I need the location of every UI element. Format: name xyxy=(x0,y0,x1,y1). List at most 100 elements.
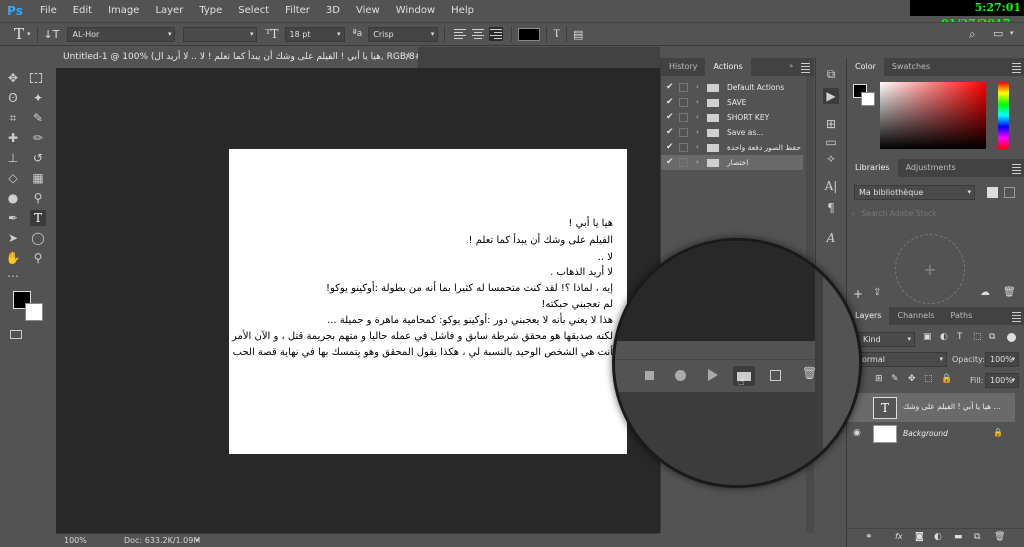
history-panel-icon[interactable]: ⧉ xyxy=(823,66,839,82)
lock-artboard-icon[interactable]: ⬚ xyxy=(924,374,933,384)
menu-filter[interactable]: Filter xyxy=(277,0,318,22)
layer-row[interactable]: ◉ Background 🔒 xyxy=(847,422,1015,446)
upload-icon[interactable]: ⇪ xyxy=(873,287,881,298)
tab-color[interactable]: Color xyxy=(847,58,884,76)
dialog-toggle-icon[interactable] xyxy=(679,113,688,122)
dodge-icon[interactable]: ⚲ xyxy=(30,190,46,206)
move-tool-icon[interactable]: ✥ xyxy=(5,70,21,86)
tab-paths[interactable]: Paths xyxy=(943,307,981,325)
path-selection-icon[interactable]: ➤ xyxy=(5,230,21,246)
grid-view-icon[interactable] xyxy=(987,187,998,198)
link-icon[interactable]: ⚭ xyxy=(865,532,873,542)
dialog-toggle-icon[interactable] xyxy=(679,128,688,137)
menu-3d[interactable]: 3D xyxy=(318,0,348,22)
new-group-icon[interactable]: ▬ xyxy=(954,532,963,542)
checkmark-icon[interactable]: ✔ xyxy=(666,80,674,95)
chevron-right-icon[interactable]: › xyxy=(696,110,699,125)
record-icon[interactable] xyxy=(675,370,686,381)
actions-panel-icon[interactable]: ▶ xyxy=(823,88,839,104)
chevron-right-icon[interactable]: › xyxy=(696,140,699,155)
hand-tool-icon[interactable]: ✋ xyxy=(5,250,21,266)
opacity-input[interactable]: 100% ▾ xyxy=(985,352,1019,367)
checkmark-icon[interactable]: ✔ xyxy=(666,140,674,155)
eraser-icon[interactable]: ◇ xyxy=(5,170,21,186)
lock-image-icon[interactable]: ✎ xyxy=(891,374,899,384)
align-left-button[interactable] xyxy=(453,27,467,41)
bg-color-chip[interactable] xyxy=(861,92,875,106)
action-set-row[interactable]: ✔ › حفظ الصور دفعة واحدة xyxy=(661,140,803,155)
dialog-toggle-icon[interactable] xyxy=(679,83,688,92)
warp-text-icon[interactable]: Ⲧ xyxy=(553,27,560,41)
action-set-row[interactable]: ✔ › Save as... xyxy=(661,125,803,140)
delete-layer-icon[interactable]: 🗑 xyxy=(994,532,1005,542)
action-set-row[interactable]: ✔ › Default Actions xyxy=(661,80,803,95)
ellipse-tool-icon[interactable]: ◯ xyxy=(30,230,46,246)
paragraph-panel-icon[interactable]: ¶ xyxy=(823,200,839,216)
font-style-select[interactable]: ▾ xyxy=(183,26,258,42)
healing-brush-icon[interactable]: ✚ xyxy=(5,130,21,146)
chevron-right-icon[interactable]: ▸ xyxy=(196,534,200,547)
library-select[interactable]: Ma bibliothèque ▾ xyxy=(854,185,975,200)
panel-menu-icon[interactable] xyxy=(1012,312,1021,322)
adjustments-panel-icon[interactable]: ▭ xyxy=(823,134,839,150)
panel-menu-icon[interactable] xyxy=(1012,63,1021,73)
gradient-icon[interactable]: ▦ xyxy=(30,170,46,186)
action-set-row[interactable]: ✔ › اختصار xyxy=(661,155,803,170)
filter-type-icon[interactable]: T xyxy=(957,332,963,342)
filter-pixel-icon[interactable]: ▣ xyxy=(923,332,932,342)
mask-icon[interactable]: ◙ xyxy=(915,532,924,542)
text-color-swatch[interactable] xyxy=(518,27,541,41)
dialog-toggle-icon[interactable] xyxy=(679,143,688,152)
tab-actions[interactable]: Actions xyxy=(705,58,751,76)
lock-position-icon[interactable]: ✥ xyxy=(908,374,916,384)
lock-transparent-icon[interactable]: ⊞ xyxy=(875,374,883,384)
workspace-icon[interactable]: ▭ xyxy=(993,27,1003,40)
chevron-right-icon[interactable]: › xyxy=(696,95,699,110)
character-panel-icon[interactable]: A| xyxy=(823,178,839,194)
menu-file[interactable]: File xyxy=(32,0,65,22)
filter-shape-icon[interactable]: ⬚ xyxy=(973,332,982,342)
zoom-tool-icon[interactable]: ⚲ xyxy=(30,250,46,266)
character-panel-icon[interactable]: ▤ xyxy=(573,28,583,41)
menu-edit[interactable]: Edit xyxy=(65,0,100,22)
tab-swatches[interactable]: Swatches xyxy=(884,58,938,76)
brush-presets-icon[interactable]: ⟡ xyxy=(823,150,839,166)
dialog-toggle-icon[interactable] xyxy=(679,98,688,107)
menu-window[interactable]: Window xyxy=(388,0,443,22)
background-color-swatch[interactable] xyxy=(25,303,43,321)
tab-history[interactable]: History xyxy=(661,58,705,76)
menu-type[interactable]: Type xyxy=(191,0,230,22)
marquee-tool-icon[interactable] xyxy=(30,73,42,83)
new-set-button[interactable]: ☝ xyxy=(733,366,755,388)
eyedropper-icon[interactable]: ✎ xyxy=(30,110,46,126)
collapse-icon[interactable]: » xyxy=(789,62,793,70)
chevron-down-icon[interactable]: ▾ xyxy=(1010,29,1014,37)
chevron-right-icon[interactable]: › xyxy=(696,125,699,140)
tab-adjustments[interactable]: Adjustments xyxy=(898,159,964,177)
chevron-down-icon[interactable]: ▾ xyxy=(27,30,31,38)
menu-view[interactable]: View xyxy=(348,0,388,22)
type-tool-icon[interactable]: T xyxy=(30,210,46,226)
hue-slider[interactable] xyxy=(998,82,1009,149)
checkmark-icon[interactable]: ✔ xyxy=(666,110,674,125)
action-set-row[interactable]: ✔ › SHORT KEY xyxy=(661,110,803,125)
brush-tool-icon[interactable]: ✏ xyxy=(30,130,46,146)
magic-wand-icon[interactable]: ✦ xyxy=(30,90,46,106)
properties-panel-icon[interactable]: ⊞ xyxy=(823,116,839,132)
fill-input[interactable]: 100% ▾ xyxy=(985,373,1019,388)
more-tools-icon[interactable]: ⋯ xyxy=(5,268,21,284)
stock-search[interactable]: ⌕ Search Adobe Stock xyxy=(851,207,1017,221)
menu-help[interactable]: Help xyxy=(443,0,482,22)
antialias-select[interactable]: Crisp ▾ xyxy=(368,26,439,42)
lasso-tool-icon[interactable]: ʘ xyxy=(5,90,21,106)
search-icon[interactable]: ⌕ xyxy=(969,27,976,42)
panel-menu-icon[interactable] xyxy=(1012,164,1021,174)
clone-stamp-icon[interactable]: ⊥ xyxy=(5,150,21,166)
checkmark-icon[interactable]: ✔ xyxy=(666,95,674,110)
trash-icon[interactable]: 🗑 xyxy=(1003,287,1016,298)
doc-size[interactable]: Doc: 633.2K/1.09M xyxy=(124,534,200,547)
add-content-placeholder[interactable]: + xyxy=(895,234,965,304)
blur-icon[interactable]: ● xyxy=(5,190,21,206)
menu-select[interactable]: Select xyxy=(230,0,277,22)
align-right-button[interactable] xyxy=(489,27,504,41)
